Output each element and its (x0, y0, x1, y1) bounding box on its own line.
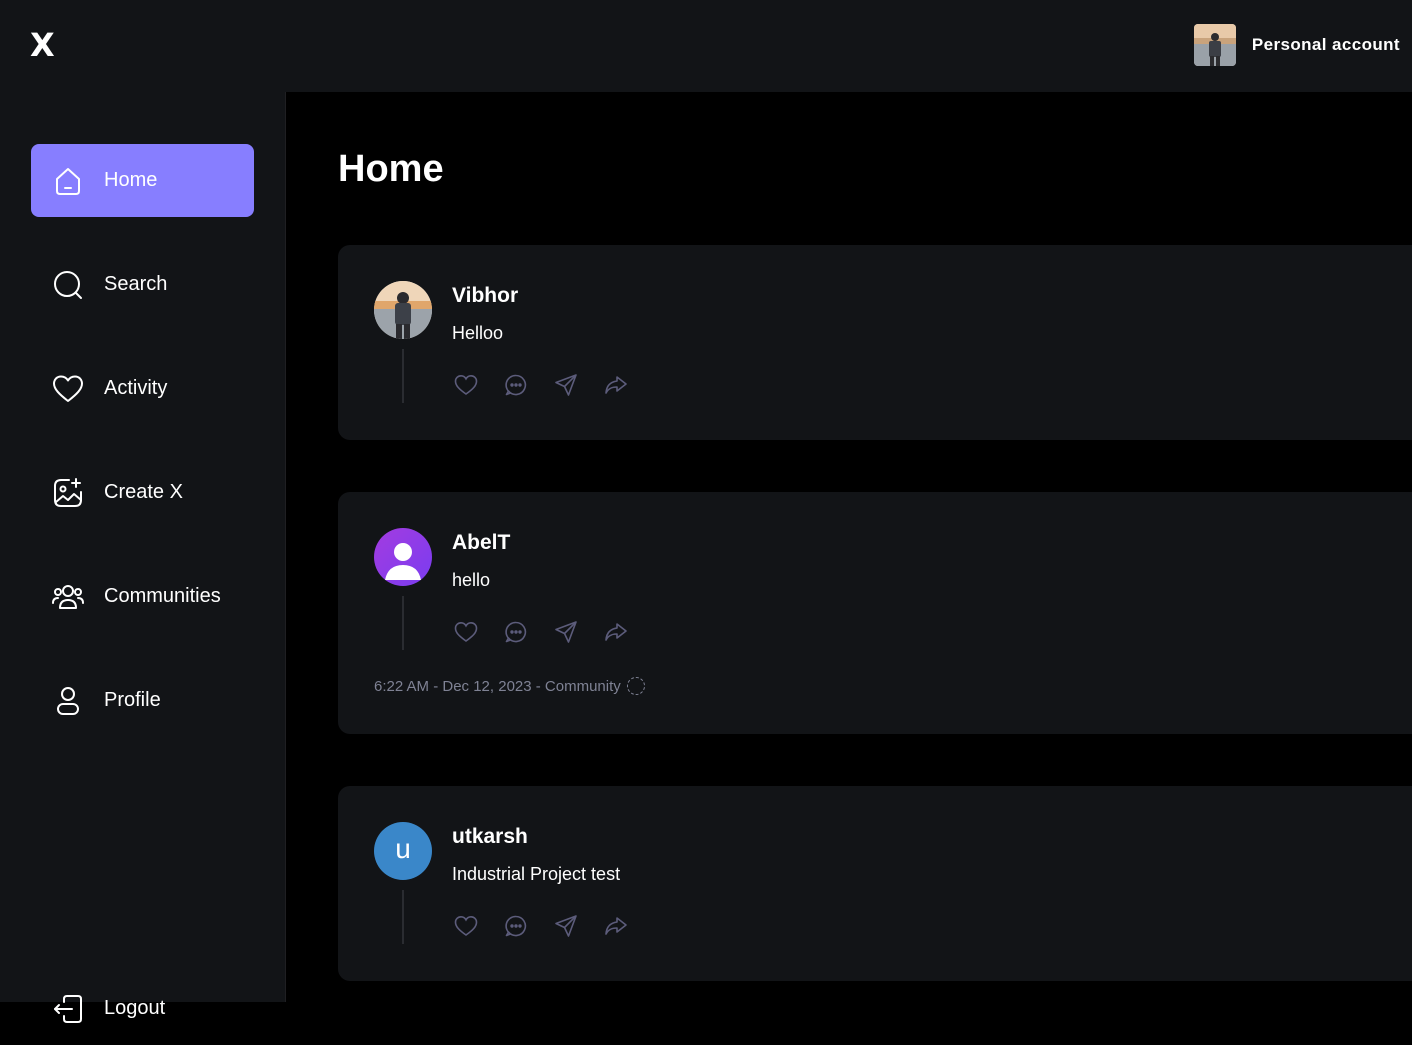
sidebar-item-label: Create X (104, 481, 183, 503)
heart-icon (52, 373, 84, 405)
send-icon[interactable] (554, 373, 578, 397)
author-avatar[interactable] (374, 281, 432, 339)
post-author[interactable]: AbelT (452, 531, 510, 555)
post-actions (454, 620, 628, 644)
author-avatar[interactable]: u (374, 822, 432, 880)
page-title: Home (338, 148, 444, 190)
avatar-letter: u (395, 833, 411, 864)
sidebar-item-activity[interactable]: Activity (31, 352, 254, 425)
community-image-icon[interactable] (626, 677, 645, 695)
sidebar-item-search[interactable]: Search (31, 248, 254, 321)
reply-icon[interactable] (504, 373, 528, 397)
thread-line (402, 890, 404, 944)
home-icon (52, 165, 84, 197)
like-heart-icon[interactable] (454, 620, 478, 644)
sidebar-item-home[interactable]: Home (31, 144, 254, 217)
post-card[interactable]: u utkarsh Industrial Project test (338, 786, 1412, 981)
reply-icon[interactable] (504, 620, 528, 644)
like-heart-icon[interactable] (454, 373, 478, 397)
post-text: Industrial Project test (452, 864, 621, 884)
post-actions (454, 914, 628, 938)
sidebar-item-communities[interactable]: Communities (31, 560, 254, 633)
sidebar-item-label: Profile (104, 689, 161, 711)
send-icon[interactable] (554, 620, 578, 644)
user-icon (52, 685, 84, 717)
thread-line (402, 349, 404, 403)
sidebar-item-label: Logout (104, 997, 166, 1019)
post-text: Helloo (452, 323, 504, 343)
account-avatar[interactable] (1193, 24, 1236, 66)
left-sidebar: Home Search Activity Create X Communitie… (0, 92, 286, 1023)
sidebar-item-label: Search (104, 273, 168, 295)
logout-icon (52, 993, 84, 1025)
users-icon (52, 581, 84, 613)
post-card[interactable]: AbelT hello 6:22 AM - Dec 12, 2023 - Com… (338, 492, 1412, 734)
thread-line (402, 596, 404, 650)
top-bar: X Personal account (0, 0, 1412, 92)
share-icon[interactable] (604, 914, 628, 938)
author-avatar[interactable] (374, 528, 432, 586)
sidebar-item-logout[interactable]: Logout (31, 972, 254, 1045)
sidebar-item-profile[interactable]: Profile (31, 664, 254, 737)
post-author[interactable]: utkarsh (452, 825, 528, 849)
main-content: Home Vibhor Helloo AbelT hello 6:22 AM -… (287, 92, 1412, 1002)
post-card[interactable]: Vibhor Helloo (338, 245, 1412, 440)
personal-account-switcher[interactable]: Personal account (1193, 24, 1400, 66)
post-meta[interactable]: 6:22 AM - Dec 12, 2023 - Community (374, 677, 645, 695)
sidebar-item-label: Home (104, 169, 158, 191)
search-icon (52, 269, 84, 301)
app-logo[interactable]: X (30, 26, 55, 64)
post-author[interactable]: Vibhor (452, 284, 518, 308)
send-icon[interactable] (554, 914, 578, 938)
sidebar-item-label: Activity (104, 377, 168, 399)
post-timestamp-community[interactable]: 6:22 AM - Dec 12, 2023 - Community (374, 678, 621, 695)
like-heart-icon[interactable] (454, 914, 478, 938)
post-actions (454, 373, 628, 397)
sidebar-item-label: Communities (104, 585, 221, 607)
account-label[interactable]: Personal account (1252, 35, 1400, 55)
gallery-add-icon (52, 477, 84, 509)
reply-icon[interactable] (504, 914, 528, 938)
post-text: hello (452, 570, 491, 590)
sidebar-item-create[interactable]: Create X (31, 456, 254, 529)
share-icon[interactable] (604, 620, 628, 644)
share-icon[interactable] (604, 373, 628, 397)
